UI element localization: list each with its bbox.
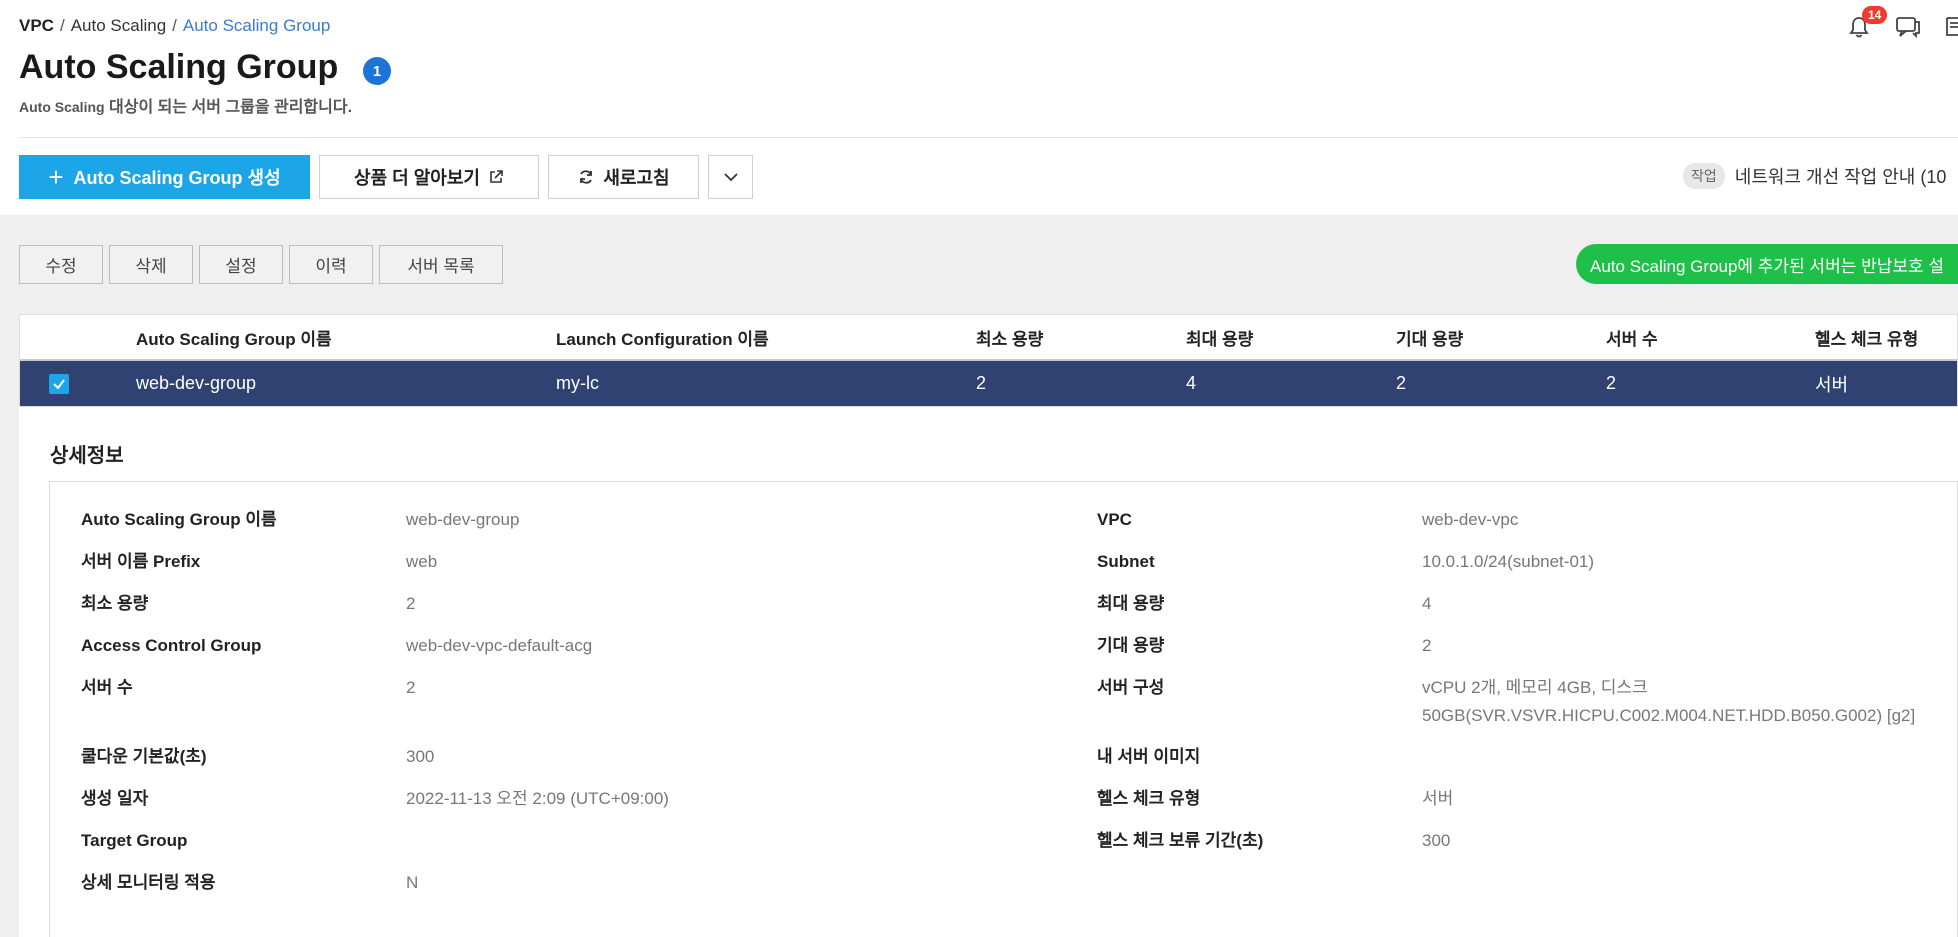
detail-label: 기대 용량 [1097, 636, 1165, 655]
checkmark-icon [53, 379, 65, 390]
notification-count-badge: 14 [1862, 6, 1888, 24]
detail-value: web-dev-vpc-default-acg [406, 636, 593, 655]
row-checkbox[interactable] [49, 374, 69, 394]
breadcrumb-separator: / [59, 16, 65, 35]
detail-box: Auto Scaling Group 이름 web-dev-group 서버 이… [49, 481, 1958, 937]
subtitle-en: Auto Scaling [19, 99, 105, 115]
detail-label: 서버 이름 Prefix [81, 552, 201, 571]
cell-max-capacity: 4 [1186, 373, 1197, 393]
detail-value: 300 [1422, 831, 1451, 850]
detail-label: 쿨다운 기본값(초) [81, 747, 207, 766]
cell-desired-capacity: 2 [1396, 373, 1407, 393]
page-header: VPC / Auto Scaling / Auto Scaling Group … [0, 0, 1958, 199]
settings-button[interactable]: 설정 [199, 245, 283, 284]
top-icons: 14 [1846, 6, 1958, 40]
notification-button[interactable]: 14 [1846, 6, 1888, 40]
detail-label: 헬스 체크 유형 [1097, 789, 1201, 808]
refresh-icon [580, 170, 593, 184]
detail-value: 2 [406, 678, 416, 697]
detail-label: 헬스 체크 보류 기간(초) [1097, 831, 1264, 850]
maintenance-notice[interactable]: 작업 네트워크 개선 작업 안내 (10 [1683, 163, 1946, 189]
cell-group-name: web-dev-group [136, 373, 257, 393]
cell-min-capacity: 2 [976, 373, 987, 393]
refresh-label: 새로고침 [603, 168, 670, 188]
detail-panel: 상세정보 Auto Scaling Group 이름 web-dev-group… [19, 407, 1958, 937]
detail-value: vCPU 2개, 메모리 4GB, 디스크 [1422, 678, 1648, 697]
document-icon[interactable] [1944, 14, 1958, 40]
notice-tag: 작업 [1683, 163, 1725, 189]
detail-label: 서버 수 [81, 678, 133, 697]
plus-icon: + [48, 162, 64, 192]
detail-value: web-dev-vpc [1422, 510, 1519, 529]
detail-value: 2 [1422, 636, 1432, 655]
detail-label: 서버 구성 [1097, 678, 1165, 697]
header-divider [19, 137, 1958, 138]
delete-button[interactable]: 삭제 [109, 245, 193, 284]
chat-icon[interactable] [1894, 14, 1922, 40]
create-group-label: Auto Scaling Group 생성 [73, 168, 281, 188]
detail-value: 300 [406, 747, 435, 766]
column-header-min-capacity[interactable]: 최소 용량 [976, 315, 1043, 359]
subtitle-ko: 대상이 되는 서버 그룹을 관리합니다. [104, 99, 353, 116]
detail-title: 상세정보 [50, 445, 124, 467]
external-link-icon [490, 170, 503, 183]
detail-label: Target Group [81, 831, 188, 850]
column-header-max-capacity[interactable]: 최대 용량 [1186, 315, 1253, 359]
breadcrumb-auto-scaling-group[interactable]: Auto Scaling Group [183, 16, 330, 36]
detail-label: Access Control Group [81, 636, 262, 655]
create-group-button[interactable]: + Auto Scaling Group 생성 [19, 155, 310, 199]
chevron-down-icon [723, 173, 738, 182]
history-button[interactable]: 이력 [289, 245, 373, 284]
detail-label: 생성 일자 [81, 789, 149, 808]
detail-value: 4 [1422, 594, 1432, 613]
detail-label: 상세 모니터링 적용 [81, 873, 216, 892]
notice-text: 네트워크 개선 작업 안내 (10 [1734, 167, 1947, 187]
detail-label: VPC [1097, 510, 1132, 529]
detail-label: Subnet [1097, 552, 1155, 571]
auto-scaling-group-table: Auto Scaling Group 이름 Launch Configurati… [19, 314, 1958, 407]
server-list-button[interactable]: 서버 목록 [379, 245, 503, 284]
column-header-server-count[interactable]: 서버 수 [1606, 315, 1658, 359]
learn-more-label: 상품 더 알아보기 [354, 168, 480, 188]
table-row[interactable]: web-dev-group my-lc 2 4 2 2 서버 [20, 361, 1957, 406]
cell-server-count: 2 [1606, 373, 1617, 393]
learn-more-button[interactable]: 상품 더 알아보기 [319, 155, 539, 199]
breadcrumb-separator: / [172, 16, 177, 35]
detail-label: 최대 용량 [1097, 594, 1165, 613]
detail-label: Auto Scaling Group 이름 [81, 510, 277, 529]
detail-value: 10.0.1.0/24(subnet-01) [1422, 552, 1595, 571]
detail-value: web-dev-group [406, 510, 520, 529]
detail-value: web [406, 552, 438, 571]
detail-value: 2022-11-13 오전 2:09 (UTC+09:00) [406, 789, 669, 808]
breadcrumb: VPC / Auto Scaling / Auto Scaling Group [19, 16, 330, 36]
detail-value-continued: 50GB(SVR.VSVR.HICPU.C002.M004.NET.HDD.B0… [1422, 706, 1916, 725]
detail-label: 내 서버 이미지 [1097, 747, 1201, 766]
column-header-name[interactable]: Auto Scaling Group 이름 [136, 315, 332, 359]
detail-label: 최소 용량 [81, 594, 149, 613]
column-header-desired-capacity[interactable]: 기대 용량 [1396, 315, 1463, 359]
breadcrumb-auto-scaling[interactable]: Auto Scaling [71, 16, 166, 36]
table-header: Auto Scaling Group 이름 Launch Configurati… [20, 315, 1957, 361]
breadcrumb-vpc[interactable]: VPC [19, 16, 54, 36]
detail-value: 2 [406, 594, 416, 613]
column-header-health-check-type[interactable]: 헬스 체크 유형 [1815, 315, 1918, 359]
column-header-launch-config[interactable]: Launch Configuration 이름 [556, 315, 769, 359]
protection-notice[interactable]: Auto Scaling Group에 추가된 서버는 반납보호 설 [1576, 244, 1958, 284]
page-subtitle: Auto Scaling 대상이 되는 서버 그룹을 관리합니다. [19, 93, 352, 117]
cell-launch-config: my-lc [556, 373, 599, 393]
group-count-badge: 1 [363, 57, 391, 85]
detail-value: N [406, 873, 419, 892]
page-title: Auto Scaling Group [19, 48, 339, 86]
more-actions-dropdown[interactable] [708, 155, 753, 199]
edit-button[interactable]: 수정 [19, 245, 103, 284]
refresh-button[interactable]: 새로고침 [548, 155, 699, 199]
detail-value: 서버 [1422, 789, 1454, 808]
cell-health-check-type: 서버 [1815, 374, 1849, 395]
